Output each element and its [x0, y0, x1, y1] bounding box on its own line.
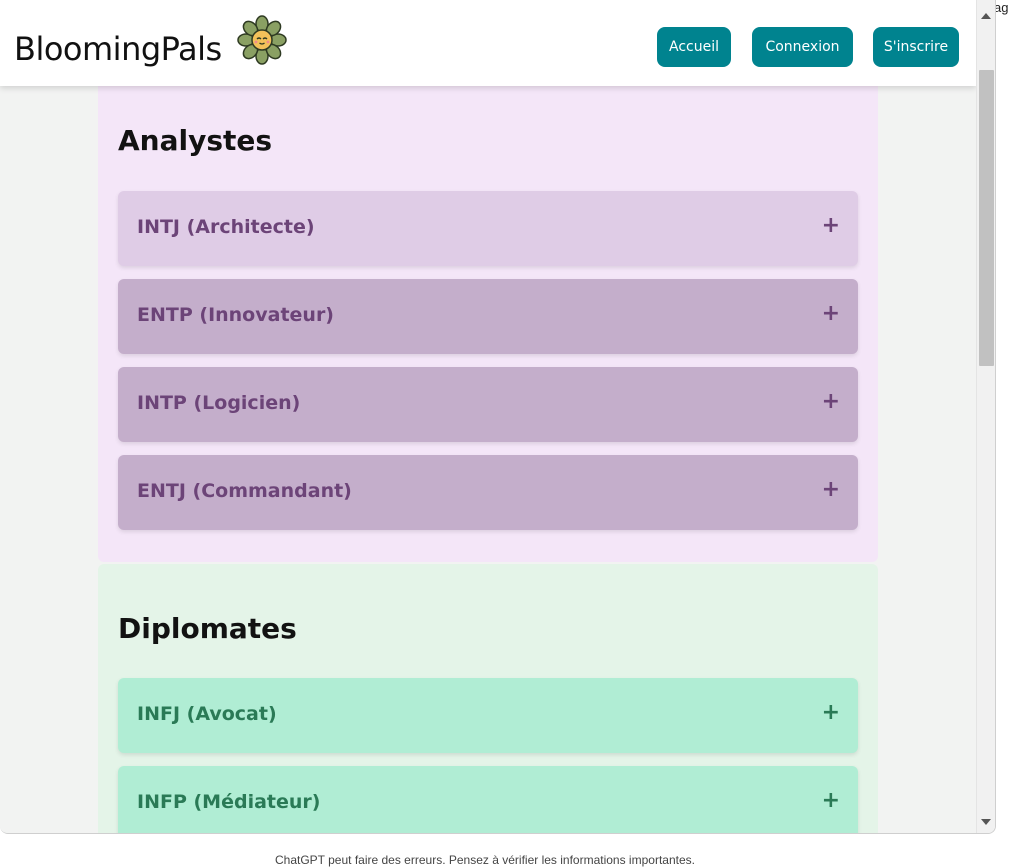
host-corner-text: ag [994, 0, 1009, 15]
accordion-item-entp[interactable]: ENTP (Innovateur) + [118, 279, 858, 354]
page-viewport[interactable]: Analystes INTJ (Architecte) + ENTP (Inno… [0, 0, 976, 833]
plus-icon[interactable]: + [822, 700, 840, 725]
login-button[interactable]: Connexion [752, 27, 853, 67]
home-button[interactable]: Accueil [657, 27, 731, 67]
accordion-label: ENTJ (Commandant) [137, 480, 352, 502]
accordion-item-intp[interactable]: INTP (Logicien) + [118, 367, 858, 442]
accordion-item-entj[interactable]: ENTJ (Commandant) + [118, 455, 858, 530]
plus-icon[interactable]: + [822, 788, 840, 813]
accordion-label: INFJ (Avocat) [137, 703, 277, 725]
section-analysts: Analystes INTJ (Architecte) + ENTP (Inno… [98, 60, 878, 562]
section-title: Diplomates [118, 612, 297, 645]
vertical-scrollbar[interactable] [976, 0, 995, 833]
top-navbar: BloomingPals Accueil Connexion S'inscrir… [0, 0, 976, 86]
section-diplomats: Diplomates INFJ (Avocat) + INFP (Médiate… [98, 564, 878, 833]
embedded-browser-window: Analystes INTJ (Architecte) + ENTP (Inno… [0, 0, 996, 834]
plus-icon[interactable]: + [822, 301, 840, 326]
flower-icon [237, 15, 287, 65]
plus-icon[interactable]: + [822, 213, 840, 238]
plus-icon[interactable]: + [822, 477, 840, 502]
accordion-item-infj[interactable]: INFJ (Avocat) + [118, 678, 858, 753]
scroll-up-arrow-icon[interactable] [981, 13, 991, 19]
accordion-item-infp[interactable]: INFP (Médiateur) + [118, 766, 858, 833]
signup-button[interactable]: S'inscrire [873, 27, 959, 67]
plus-icon[interactable]: + [822, 389, 840, 414]
scrollbar-thumb[interactable] [979, 70, 994, 366]
accordion-label: ENTP (Innovateur) [137, 304, 334, 326]
brand-name[interactable]: BloomingPals [14, 30, 222, 68]
disclaimer-text: ChatGPT peut faire des erreurs. Pensez à… [275, 853, 695, 867]
accordion-label: INTP (Logicien) [137, 392, 301, 414]
scroll-down-arrow-icon[interactable] [981, 819, 991, 825]
accordion-item-intj[interactable]: INTJ (Architecte) + [118, 191, 858, 266]
accordion-label: INTJ (Architecte) [137, 216, 315, 238]
section-title: Analystes [118, 124, 273, 157]
accordion-label: INFP (Médiateur) [137, 791, 321, 813]
